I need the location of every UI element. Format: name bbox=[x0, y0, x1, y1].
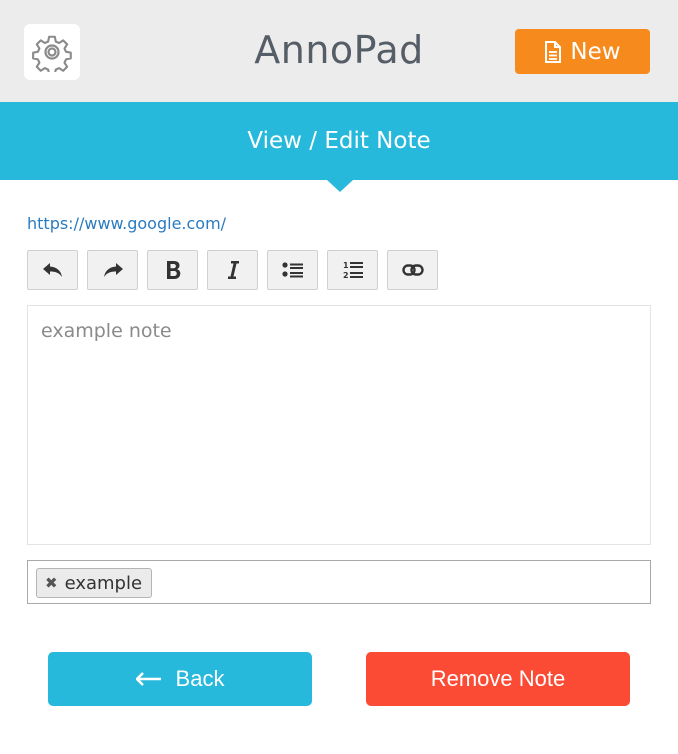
app-header: AnnoPad New bbox=[0, 0, 678, 102]
italic-icon bbox=[227, 261, 239, 279]
page-title: View / Edit Note bbox=[247, 128, 431, 154]
bold-icon bbox=[166, 261, 180, 279]
italic-button[interactable] bbox=[207, 250, 258, 290]
numbered-list-button[interactable]: 1 2 bbox=[327, 250, 378, 290]
link-icon bbox=[401, 264, 424, 276]
bullet-list-button[interactable] bbox=[267, 250, 318, 290]
redo-icon bbox=[103, 263, 123, 277]
remove-tag-icon[interactable]: ✖ bbox=[45, 574, 58, 592]
tags-input[interactable]: ✖ example bbox=[27, 560, 651, 604]
tag-chip: ✖ example bbox=[36, 568, 153, 598]
arrow-left-icon bbox=[135, 672, 161, 686]
bullet-list-icon bbox=[281, 262, 303, 278]
remove-note-label: Remove Note bbox=[430, 666, 566, 691]
svg-text:1: 1 bbox=[343, 261, 349, 270]
numbered-list-icon: 1 2 bbox=[343, 261, 363, 280]
page-banner: View / Edit Note bbox=[0, 102, 678, 180]
new-note-label: New bbox=[570, 38, 621, 65]
remove-note-button[interactable]: Remove Note bbox=[366, 652, 630, 706]
new-note-button[interactable]: New bbox=[515, 29, 650, 74]
undo-button[interactable] bbox=[27, 250, 78, 290]
banner-pointer bbox=[327, 180, 353, 192]
tag-label: example bbox=[64, 572, 143, 594]
editor-toolbar: 1 2 bbox=[27, 250, 438, 290]
note-editor[interactable]: example note bbox=[27, 305, 651, 545]
note-url-link[interactable]: https://www.google.com/ bbox=[27, 214, 226, 233]
undo-icon bbox=[42, 263, 62, 277]
svg-text:2: 2 bbox=[343, 271, 349, 280]
document-icon bbox=[545, 40, 562, 63]
back-button[interactable]: Back bbox=[48, 652, 312, 706]
redo-button[interactable] bbox=[87, 250, 138, 290]
back-label: Back bbox=[175, 666, 225, 691]
bold-button[interactable] bbox=[147, 250, 198, 290]
link-button[interactable] bbox=[387, 250, 438, 290]
